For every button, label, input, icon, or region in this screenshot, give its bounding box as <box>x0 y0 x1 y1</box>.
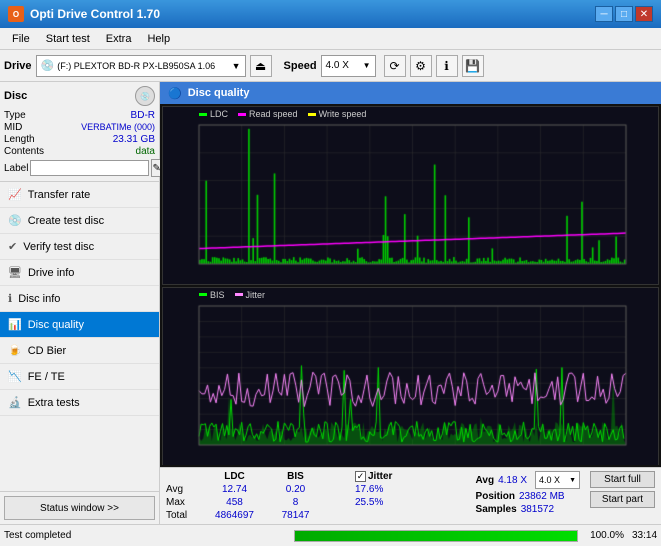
menu-extra[interactable]: Extra <box>98 31 140 47</box>
speed-select[interactable]: 4.0 X ▼ <box>321 55 376 77</box>
title-bar: O Opti Drive Control 1.70 ─ □ ✕ <box>0 0 661 28</box>
window-controls: ─ □ ✕ <box>595 6 653 22</box>
maximize-button[interactable]: □ <box>615 6 633 22</box>
disc-title: Disc <box>4 90 27 102</box>
drive-value: (F:) PLEXTOR BD-R PX-LB950SA 1.06 <box>57 61 228 71</box>
disc-info-icon: ℹ <box>8 292 12 305</box>
close-button[interactable]: ✕ <box>635 6 653 22</box>
start-full-button[interactable]: Start full <box>590 471 655 488</box>
position-row: Position 23862 MB <box>476 491 580 502</box>
start-buttons: Start full Start part <box>590 471 655 508</box>
menu-file[interactable]: File <box>4 31 38 47</box>
stats-header-row: LDC BIS ✓ Jitter <box>166 471 470 482</box>
samples-row: Samples 381572 <box>476 504 580 515</box>
sidebar-bottom: Status window >> <box>0 491 159 524</box>
time-display: 33:14 <box>632 530 657 541</box>
stats-panel: LDC BIS ✓ Jitter Avg 12.74 0.20 17.6% <box>160 467 661 524</box>
disc-label-row: Label ✎ <box>4 159 155 177</box>
nav-drive-info[interactable]: 🖥 Drive info <box>0 260 159 286</box>
content-area: 🔵 Disc quality LDC Read speed <box>160 82 661 524</box>
chart2-canvas <box>163 288 658 465</box>
jitter-legend-color <box>235 293 243 296</box>
bottom-bar: Test completed 100.0% 33:14 <box>0 524 661 546</box>
chart2-legend: BIS Jitter <box>199 290 265 300</box>
disc-icon: 💿 <box>135 86 155 106</box>
disc-quality-icon-header: 🔵 <box>168 87 182 100</box>
app-title: Opti Drive Control 1.70 <box>30 7 160 21</box>
progress-bar-fill <box>295 531 577 541</box>
menu-bar: File Start test Extra Help <box>0 28 661 50</box>
nav-fe-te[interactable]: 📉 FE / TE <box>0 364 159 390</box>
create-disc-icon: 💿 <box>8 214 22 227</box>
chart1-legend: LDC Read speed Write speed <box>199 109 366 119</box>
main-layout: Disc 💿 Type BD-R MID VERBATIMe (000) Len… <box>0 82 661 524</box>
minimize-button[interactable]: ─ <box>595 6 613 22</box>
disc-length-row: Length 23.31 GB <box>4 134 155 145</box>
menu-help[interactable]: Help <box>139 31 178 47</box>
ldc-legend: LDC <box>199 109 228 119</box>
start-part-button[interactable]: Start part <box>590 491 655 508</box>
nav-create-test-disc[interactable]: 💿 Create test disc <box>0 208 159 234</box>
status-text: Test completed <box>4 530 286 541</box>
info-button[interactable]: ℹ <box>436 55 458 77</box>
disc-quality-title: Disc quality <box>188 87 250 99</box>
disc-quality-header: 🔵 Disc quality <box>160 82 661 104</box>
app-icon: O <box>8 6 24 22</box>
settings-button[interactable]: ⚙ <box>410 55 432 77</box>
nav-cd-bier[interactable]: 🍺 CD Bier <box>0 338 159 364</box>
bis-legend: BIS <box>199 290 225 300</box>
extra-tests-icon: 🔬 <box>8 396 22 409</box>
disc-mid-row: MID VERBATIMe (000) <box>4 122 155 133</box>
stats-avg-row: Avg 12.74 0.20 17.6% <box>166 484 470 495</box>
stats-total-row: Total 4864697 78147 <box>166 510 470 521</box>
jitter-checkbox[interactable]: ✓ <box>355 471 366 482</box>
disc-contents-row: Contents data <box>4 146 155 157</box>
jitter-checkbox-row: ✓ Jitter <box>355 471 410 482</box>
disc-panel: Disc 💿 Type BD-R MID VERBATIMe (000) Len… <box>0 82 159 182</box>
sidebar: Disc 💿 Type BD-R MID VERBATIMe (000) Len… <box>0 82 160 524</box>
write-speed-legend-color <box>308 113 316 116</box>
bis-legend-color <box>199 293 207 296</box>
drive-label: Drive <box>4 60 32 72</box>
nav-transfer-rate[interactable]: 📈 Transfer rate <box>0 182 159 208</box>
read-speed-legend: Read speed <box>238 109 298 119</box>
nav-verify-test-disc[interactable]: ✔ Verify test disc <box>0 234 159 260</box>
fe-te-icon: 📉 <box>8 370 22 383</box>
read-speed-legend-color <box>238 113 246 116</box>
nav-disc-quality[interactable]: 📊 Disc quality <box>0 312 159 338</box>
stats-max-row: Max 458 8 25.5% <box>166 497 470 508</box>
disc-quality-icon: 📊 <box>8 318 22 331</box>
drive-select-container[interactable]: 💿 (F:) PLEXTOR BD-R PX-LB950SA 1.06 ▼ <box>36 55 246 77</box>
save-button[interactable]: 💾 <box>462 55 484 77</box>
speed-info-panel: Avg 4.18 X 4.0 X ▼ Position 23862 MB Sam… <box>476 471 580 515</box>
nav-extra-tests[interactable]: 🔬 Extra tests <box>0 390 159 416</box>
disc-label-input[interactable] <box>30 160 149 176</box>
chart1-canvas <box>163 107 658 284</box>
charts-area: LDC Read speed Write speed 500 400 300 <box>160 104 661 467</box>
ldc-legend-color <box>199 113 207 116</box>
eject-button[interactable]: ⏏ <box>250 55 272 77</box>
nav-disc-info[interactable]: ℹ Disc info <box>0 286 159 312</box>
speed-select-dropdown[interactable]: 4.0 X ▼ <box>535 471 580 489</box>
refresh-button[interactable]: ⟳ <box>384 55 406 77</box>
menu-start-test[interactable]: Start test <box>38 31 98 47</box>
cd-bier-icon: 🍺 <box>8 344 22 357</box>
chart-ldc: LDC Read speed Write speed 500 400 300 <box>162 106 659 285</box>
stats-grid-container: LDC BIS ✓ Jitter Avg 12.74 0.20 17.6% <box>166 471 470 521</box>
speed-label: Speed <box>284 60 317 72</box>
verify-disc-icon: ✔ <box>8 240 17 253</box>
progress-bar <box>294 530 578 542</box>
status-window-button[interactable]: Status window >> <box>4 496 155 520</box>
toolbar: Drive 💿 (F:) PLEXTOR BD-R PX-LB950SA 1.0… <box>0 50 661 82</box>
speed-row: Avg 4.18 X 4.0 X ▼ <box>476 471 580 489</box>
jitter-legend: Jitter <box>235 290 266 300</box>
progress-label: 100.0% <box>590 530 624 541</box>
disc-type-row: Type BD-R <box>4 110 155 121</box>
chart-bis: BIS Jitter 10 9 8 7 6 5 4 3 <box>162 287 659 466</box>
transfer-rate-icon: 📈 <box>8 188 22 201</box>
drive-info-icon: 🖥 <box>8 266 22 279</box>
write-speed-legend: Write speed <box>308 109 367 119</box>
